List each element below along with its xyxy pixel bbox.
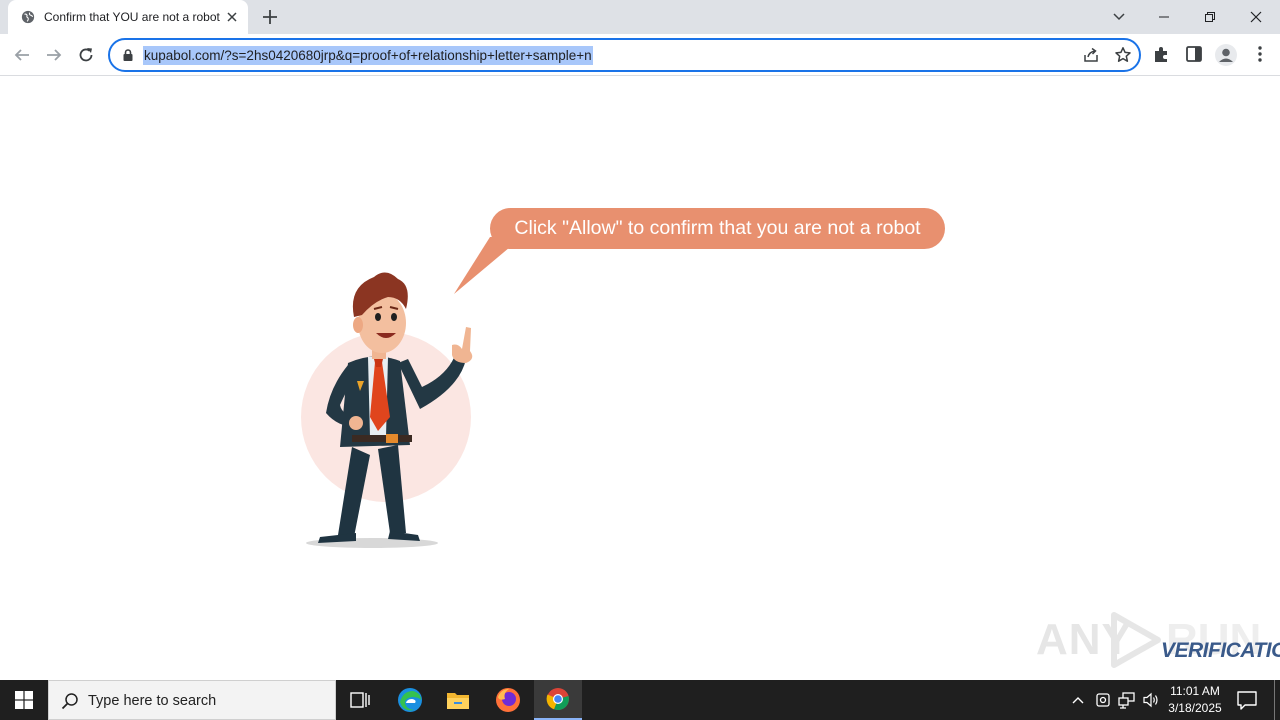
minimize-button[interactable] (1141, 0, 1187, 34)
windows-taskbar: Type here to search 11:01 AM 3/18/2025 (0, 680, 1280, 720)
network-icon[interactable] (1118, 691, 1136, 709)
watermark-subtitle: VERIFICATION (1161, 639, 1280, 662)
browser-tab-active[interactable]: Confirm that YOU are not a robot (8, 0, 248, 34)
windows-logo-icon (15, 691, 33, 709)
task-view-icon (350, 692, 370, 708)
notification-icon[interactable] (1236, 690, 1258, 710)
back-button[interactable] (10, 43, 34, 67)
kebab-menu-icon[interactable] (1250, 44, 1270, 64)
bookmark-star-icon[interactable] (1114, 46, 1132, 64)
taskbar-search-box[interactable]: Type here to search (48, 680, 336, 720)
window-close-button[interactable] (1233, 0, 1279, 34)
url-text[interactable]: kupabol.com/?s=2hs0420680jrp&q=proof+of+… (143, 46, 593, 65)
play-logo-icon (1111, 612, 1161, 668)
firefox-taskbar-button[interactable] (484, 680, 532, 720)
show-desktop-button[interactable] (1274, 680, 1275, 720)
restore-icon (1205, 12, 1215, 22)
businessman-illustration (301, 272, 473, 548)
profile-avatar-icon[interactable] (1214, 43, 1238, 67)
edge-taskbar-button[interactable] (386, 680, 434, 720)
edge-icon (398, 688, 422, 712)
close-icon[interactable] (224, 9, 240, 25)
address-bar[interactable]: kupabol.com/?s=2hs0420680jrp&q=proof+of+… (108, 38, 1141, 72)
minimize-icon (1159, 16, 1169, 18)
extensions-puzzle-icon[interactable] (1152, 44, 1172, 64)
new-tab-button[interactable] (260, 7, 280, 27)
restore-button[interactable] (1187, 0, 1233, 34)
lock-icon[interactable] (121, 48, 135, 62)
web-page-content: Click "Allow" to confirm that you are no… (0, 77, 1280, 680)
globe-icon (21, 10, 35, 24)
search-icon (61, 693, 78, 710)
chrome-icon (546, 688, 569, 711)
clock-date: 3/18/2025 (1168, 701, 1222, 715)
volume-icon[interactable] (1142, 691, 1160, 709)
folder-icon (447, 693, 469, 709)
clock-time: 11:01 AM (1170, 684, 1220, 698)
anyrun-watermark: ANY RUN VERIFICATION (1036, 607, 1280, 673)
side-panel-icon[interactable] (1184, 44, 1204, 64)
tab-title: Confirm that YOU are not a robot (44, 10, 220, 24)
close-icon (1250, 11, 1262, 23)
search-placeholder: Type here to search (88, 693, 217, 709)
reload-icon (79, 48, 93, 62)
tab-strip: Confirm that YOU are not a robot (0, 0, 1280, 34)
arrow-left-icon (14, 49, 29, 61)
firefox-icon (496, 688, 520, 712)
chevron-down-icon (1113, 13, 1125, 21)
speech-bubble: Click "Allow" to confirm that you are no… (490, 208, 945, 249)
start-button[interactable] (0, 680, 48, 720)
browser-toolbar: kupabol.com/?s=2hs0420680jrp&q=proof+of+… (0, 34, 1280, 76)
tab-search-button[interactable] (1096, 0, 1142, 34)
taskbar-clock[interactable]: 11:01 AM 3/18/2025 (1164, 683, 1226, 717)
chrome-taskbar-button[interactable] (534, 680, 582, 720)
task-view-button[interactable] (336, 680, 384, 720)
chevron-up-icon[interactable] (1070, 692, 1086, 708)
forward-button[interactable] (42, 43, 66, 67)
share-icon[interactable] (1082, 46, 1100, 64)
arrow-right-icon (47, 49, 62, 61)
security-tray-icon[interactable] (1094, 691, 1112, 709)
reload-button[interactable] (74, 43, 98, 67)
file-explorer-taskbar-button[interactable] (434, 680, 482, 720)
